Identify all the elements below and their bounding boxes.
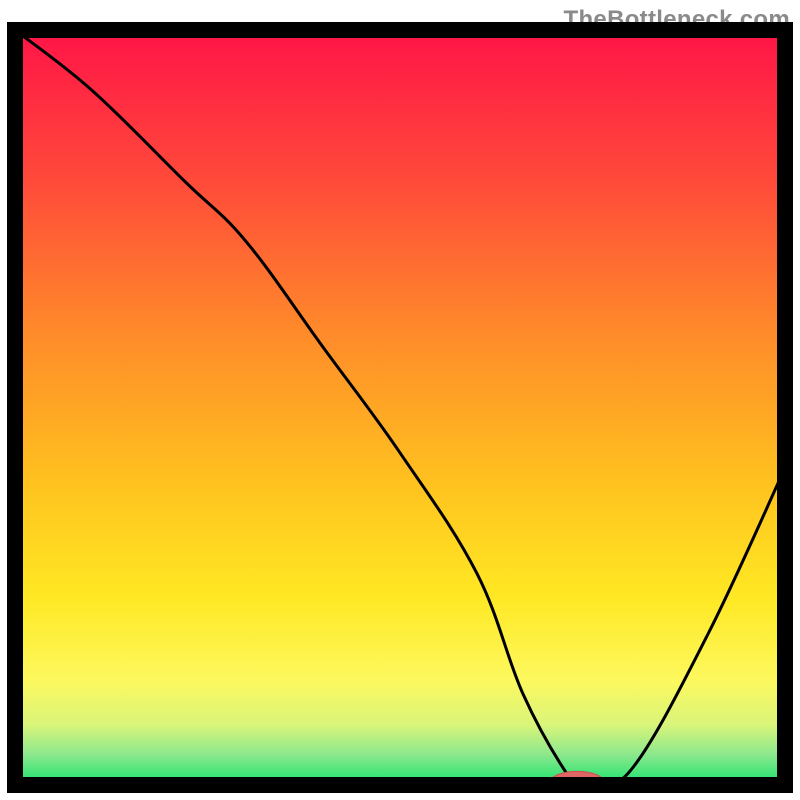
plot-background xyxy=(15,30,785,785)
chart-stage: TheBottleneck.com xyxy=(0,0,800,800)
plot-area xyxy=(15,30,785,791)
bottleneck-chart xyxy=(0,0,800,800)
